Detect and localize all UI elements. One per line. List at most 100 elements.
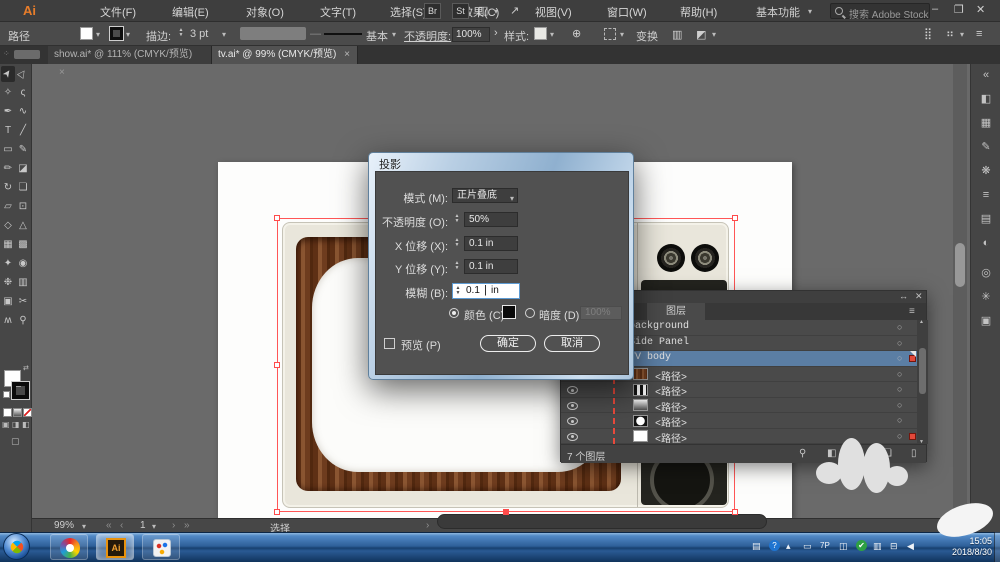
vertical-scrollbar-track[interactable] [953,64,967,518]
prev-artboard-icon[interactable]: ‹ [120,520,123,531]
artboard-number-value[interactable]: 1 [140,520,146,531]
hand-tool[interactable]: ʍ [1,313,15,329]
tray-clipboard-icon[interactable]: ▥ [873,541,882,552]
swap-fill-stroke-icon[interactable]: ⇄ [23,364,29,372]
target-circle-icon[interactable]: ○ [897,322,902,332]
selection-handle-br[interactable] [732,509,738,515]
selection-handle-tr[interactable] [732,215,738,221]
tray-security-icon[interactable]: ✔ [856,540,867,551]
workspace-switcher[interactable]: 基本功能 [756,4,800,20]
artboard-tool[interactable]: ▣ [1,294,15,310]
target-circle-icon[interactable]: ○ [897,400,902,410]
opacity-value[interactable]: 100% [452,27,490,42]
zoom-level-value[interactable]: 99% [54,520,74,531]
eyedropper-tool[interactable]: ✦ [1,256,15,272]
panel-scrollbar[interactable]: ▲ ▼ [917,320,928,444]
layer-row-path-2[interactable]: <路径> ○ [561,382,926,398]
locate-object-icon[interactable]: ⚲ [799,448,806,459]
artboard-caret-icon[interactable]: ▾ [152,522,156,531]
workspace-caret-icon[interactable]: ▾ [808,7,812,16]
tab-close-icon[interactable]: × [59,67,65,78]
status-expand-icon[interactable]: › [426,520,429,531]
stroke-stepper[interactable]: ▲▼ [176,26,186,41]
select-similar-caret-icon[interactable]: ▾ [620,30,624,39]
dock-color-icon[interactable]: ◧ [977,90,995,108]
document-setup-icon[interactable]: ⊕ [572,27,581,40]
shape-mode-caret-icon[interactable]: ▾ [712,30,716,39]
visibility-eye-icon[interactable] [567,433,578,441]
window-restore-button[interactable]: ❐ [954,3,964,16]
stock-button[interactable]: St [452,3,469,19]
stroke-style-caret-icon[interactable]: ▾ [392,30,396,39]
preview-checkbox[interactable] [384,338,395,349]
panel-menu-icon[interactable]: ≡ [909,306,915,317]
transform-link[interactable]: 变换 [636,28,658,44]
lasso-tool[interactable]: ς [16,85,30,101]
tray-ime-icon[interactable]: 7P [820,541,830,550]
selection-tool[interactable]: ➤ [1,66,15,82]
screen-mode-button[interactable]: ▢ [11,436,20,447]
target-circle-icon[interactable]: ○ [897,384,902,394]
menu-edit[interactable]: 编辑(E) [172,4,209,20]
y-offset-field[interactable]: 0.1 in [464,259,518,274]
stroke-caret-icon[interactable]: ▾ [126,30,130,39]
width-tool[interactable]: ▱ [1,199,15,215]
clock-date[interactable]: 2018/8/30 [952,547,992,557]
blend-tool[interactable]: ◉ [16,256,30,272]
dock-brushes-icon[interactable]: ✎ [977,138,995,156]
tray-network-icon[interactable]: ⊟ [890,541,898,552]
target-circle-icon[interactable]: ○ [897,353,902,363]
arrange-docs-icon[interactable]: ⣿ [924,27,932,40]
opacity-label[interactable]: 不透明度: [404,28,451,44]
x-offset-field[interactable]: 0.1 in [464,236,518,251]
taskbar-browser-button[interactable] [50,534,88,560]
bridge-button[interactable]: Br [424,3,441,19]
align-icon[interactable]: ▥ [672,28,682,41]
target-circle-icon[interactable]: ○ [897,415,902,425]
scroll-up-icon[interactable]: ▲ [919,319,924,325]
scale-tool[interactable]: ❏ [16,180,30,196]
dock-stroke-icon[interactable]: ≡ [977,186,995,204]
selection-handle-tl[interactable] [274,215,280,221]
ok-button[interactable]: 确定 [480,335,536,352]
mode-dropdown[interactable]: 正片叠底 ▾ [452,188,518,203]
panel-close-icon[interactable]: ✕ [915,291,923,302]
last-artboard-icon[interactable]: » [184,520,190,531]
vertical-scrollbar-thumb[interactable] [955,243,965,287]
dock-swatches-icon[interactable]: ▦ [977,114,995,132]
menu-select[interactable]: 选择(S) [390,4,427,20]
window-minimize-button[interactable]: – [932,3,938,15]
cancel-button[interactable]: 取消 [544,335,600,352]
tray-display-icon[interactable]: ▭ [803,541,812,552]
layout-switcher-icon[interactable]: ◫ [478,4,488,17]
rotate-tool[interactable]: ↻ [1,180,15,196]
tab-close-icon[interactable]: × [344,49,350,60]
visibility-eye-icon[interactable] [567,417,578,425]
width-profile-dropdown[interactable] [240,27,306,40]
menu-type[interactable]: 文字(T) [320,4,356,20]
tab-show-ai[interactable]: show.ai* @ 111% (CMYK/预览) × [48,46,212,64]
shape-mode-icon[interactable]: ◩ [696,28,706,41]
zoom-caret-icon[interactable]: ▾ [82,522,86,531]
stroke-color-swatch[interactable] [110,27,123,40]
magic-wand-tool[interactable]: ✧ [1,85,15,101]
horizontal-scrollbar-thumb[interactable] [437,514,767,529]
style-caret-icon[interactable]: ▾ [550,30,554,39]
dock-cc-icon[interactable]: ◎ [977,264,995,282]
panel-collapse-icon[interactable]: ↔ [899,291,908,301]
selection-handle-bl[interactable] [274,509,280,515]
workspace-layout-icon[interactable]: ⠶ [946,27,954,40]
taskbar-paint-button[interactable] [142,534,180,560]
direct-selection-tool[interactable]: ▷ [16,66,30,82]
darkness-radio[interactable] [525,308,535,318]
slice-tool[interactable]: ✂ [16,294,30,310]
rectangle-tool[interactable]: ▭ [1,142,15,158]
share-icon[interactable]: ↗ [510,4,519,17]
target-circle-icon[interactable]: ○ [897,338,902,348]
gradient-tool[interactable]: ▩ [16,237,30,253]
show-desktop-button[interactable] [994,532,1000,562]
tab-tv-ai-active[interactable]: tv.ai* @ 99% (CMYK/预览) × [212,46,358,64]
free-transform-tool[interactable]: ⊡ [16,199,30,215]
menu-object[interactable]: 对象(O) [246,4,284,20]
tray-show-hidden-icon[interactable]: ▴ [786,541,791,552]
